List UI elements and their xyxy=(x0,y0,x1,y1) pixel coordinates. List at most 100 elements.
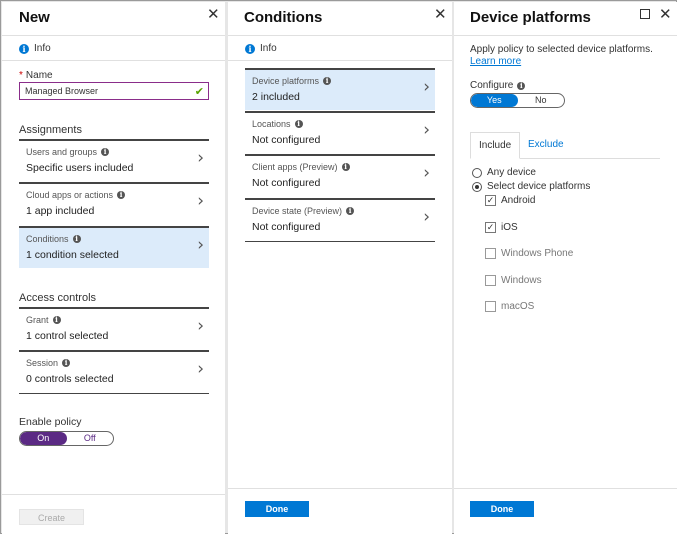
item-value: Not configured xyxy=(252,177,321,189)
info-icon: i xyxy=(52,316,61,324)
item-title: Cloud apps or actions xyxy=(26,190,114,200)
create-button[interactable]: Create xyxy=(19,509,84,525)
divider xyxy=(2,60,225,61)
info-icon: i xyxy=(341,163,350,171)
checkbox-label: Windows Phone xyxy=(501,248,574,259)
info-link[interactable]: i Info xyxy=(245,43,277,54)
radio-select-platforms[interactable]: Select device platforms xyxy=(472,181,590,192)
check-icon: ✓ xyxy=(485,195,496,206)
close-icon[interactable]: ✕ xyxy=(207,7,220,22)
footer-divider xyxy=(2,494,225,495)
condition-device-state[interactable]: Device state (Preview) i Not configured › xyxy=(245,198,435,240)
info-icon: i xyxy=(117,191,126,199)
checkbox-box xyxy=(485,301,496,312)
toggle-no[interactable]: No xyxy=(518,94,565,107)
item-value: Not configured xyxy=(252,221,321,233)
enable-policy-toggle[interactable]: On Off xyxy=(19,431,114,446)
info-icon: i xyxy=(294,120,303,128)
close-icon[interactable]: ✕ xyxy=(434,7,447,22)
name-field[interactable]: Managed Browser ✔ xyxy=(19,82,209,100)
description-text: Apply policy to selected device platform… xyxy=(470,44,653,55)
info-icon: i xyxy=(62,359,71,367)
include-exclude-tabs: Include Exclude xyxy=(470,132,660,159)
info-link[interactable]: i Info xyxy=(19,43,51,54)
info-icon: i xyxy=(245,43,255,54)
checkbox-macos[interactable]: macOS xyxy=(485,301,534,312)
blade-title: New xyxy=(19,9,50,26)
condition-client-apps[interactable]: Client apps (Preview) i Not configured › xyxy=(245,154,435,196)
description: Apply policy to selected device platform… xyxy=(470,44,665,68)
info-label: Info xyxy=(34,43,51,54)
done-button[interactable]: Done xyxy=(245,501,309,517)
checkbox-windows-phone[interactable]: Windows Phone xyxy=(485,248,573,259)
info-icon: i xyxy=(346,207,355,215)
radio-any-device[interactable]: Any device xyxy=(472,167,536,178)
checkbox-box xyxy=(485,275,496,286)
enable-policy-label: Enable policy xyxy=(19,416,82,428)
condition-locations[interactable]: Locations i Not configured › xyxy=(245,111,435,153)
checkbox-label: macOS xyxy=(501,301,535,312)
assignments-heading: Assignments xyxy=(19,124,82,136)
item-value: 1 app included xyxy=(26,205,95,217)
checkbox-windows[interactable]: Windows xyxy=(485,275,542,286)
item-value: Not configured xyxy=(252,134,321,146)
info-icon: i xyxy=(19,43,29,54)
item-value: Specific users included xyxy=(26,162,134,174)
toggle-yes[interactable]: Yes xyxy=(471,94,518,107)
chevron-right-icon: › xyxy=(423,77,430,97)
item-title: Device state (Preview) xyxy=(252,206,343,216)
checkbox-box xyxy=(485,248,496,259)
chevron-right-icon: › xyxy=(423,163,430,183)
tab-exclude[interactable]: Exclude xyxy=(520,132,572,159)
done-button[interactable]: Done xyxy=(470,501,534,517)
name-label: * Name xyxy=(19,70,53,81)
divider xyxy=(19,393,209,394)
assignment-cloud-apps[interactable]: Cloud apps or actions i 1 app included › xyxy=(19,182,209,224)
chevron-right-icon: › xyxy=(197,148,204,168)
assignment-conditions[interactable]: Conditions i 1 condition selected › xyxy=(19,226,209,268)
info-icon: i xyxy=(323,77,332,85)
close-icon[interactable]: ✕ xyxy=(659,7,672,22)
item-title: Conditions xyxy=(26,234,69,244)
toggle-off[interactable]: Off xyxy=(67,432,114,445)
divider xyxy=(454,35,677,36)
divider xyxy=(228,60,452,61)
item-title: Locations xyxy=(252,119,291,129)
assignment-users-and-groups[interactable]: Users and groups i Specific users include… xyxy=(19,139,209,181)
item-value: 2 included xyxy=(252,91,300,103)
configure-toggle[interactable]: Yes No xyxy=(470,93,565,108)
info-icon: i xyxy=(101,148,110,156)
footer-divider xyxy=(454,488,677,489)
window-frame: New ✕ i Info * Name Managed Browser ✔ Ass… xyxy=(0,0,677,534)
blade-title: Conditions xyxy=(244,9,323,26)
toggle-on[interactable]: On xyxy=(20,432,67,445)
item-value: 1 condition selected xyxy=(26,249,119,261)
condition-device-platforms[interactable]: Device platforms i 2 included › xyxy=(245,68,435,110)
item-title: Device platforms xyxy=(252,76,320,86)
chevron-right-icon: › xyxy=(423,120,430,140)
learn-more-link[interactable]: Learn more xyxy=(470,56,521,67)
radio-label: Select device platforms xyxy=(487,181,591,192)
checkbox-ios[interactable]: ✓ iOS xyxy=(485,222,518,233)
blade-conditions: Conditions ✕ i Info Device platforms i 2 … xyxy=(228,2,452,534)
checkbox-label: Windows xyxy=(501,275,542,286)
item-title: Client apps (Preview) xyxy=(252,162,338,172)
name-value: Managed Browser xyxy=(25,86,99,96)
configure-label: Configure i xyxy=(470,80,526,91)
divider xyxy=(228,35,452,36)
access-grant[interactable]: Grant i 1 control selected › xyxy=(19,307,209,349)
checkbox-android[interactable]: ✓ Android xyxy=(485,195,535,206)
valid-check-icon: ✔ xyxy=(194,86,204,98)
access-session[interactable]: Session i 0 controls selected › xyxy=(19,350,209,392)
chevron-right-icon: › xyxy=(423,207,430,227)
maximize-icon[interactable] xyxy=(640,9,650,19)
blade-new: New ✕ i Info * Name Managed Browser ✔ Ass… xyxy=(2,2,225,534)
chevron-right-icon: › xyxy=(197,359,204,379)
item-value: 1 control selected xyxy=(26,330,109,342)
info-icon: i xyxy=(72,235,81,243)
item-value: 0 controls selected xyxy=(26,373,114,385)
item-title: Session xyxy=(26,358,59,368)
item-title: Users and groups xyxy=(26,147,98,157)
tab-include[interactable]: Include xyxy=(470,132,521,159)
chevron-right-icon: › xyxy=(197,191,204,211)
